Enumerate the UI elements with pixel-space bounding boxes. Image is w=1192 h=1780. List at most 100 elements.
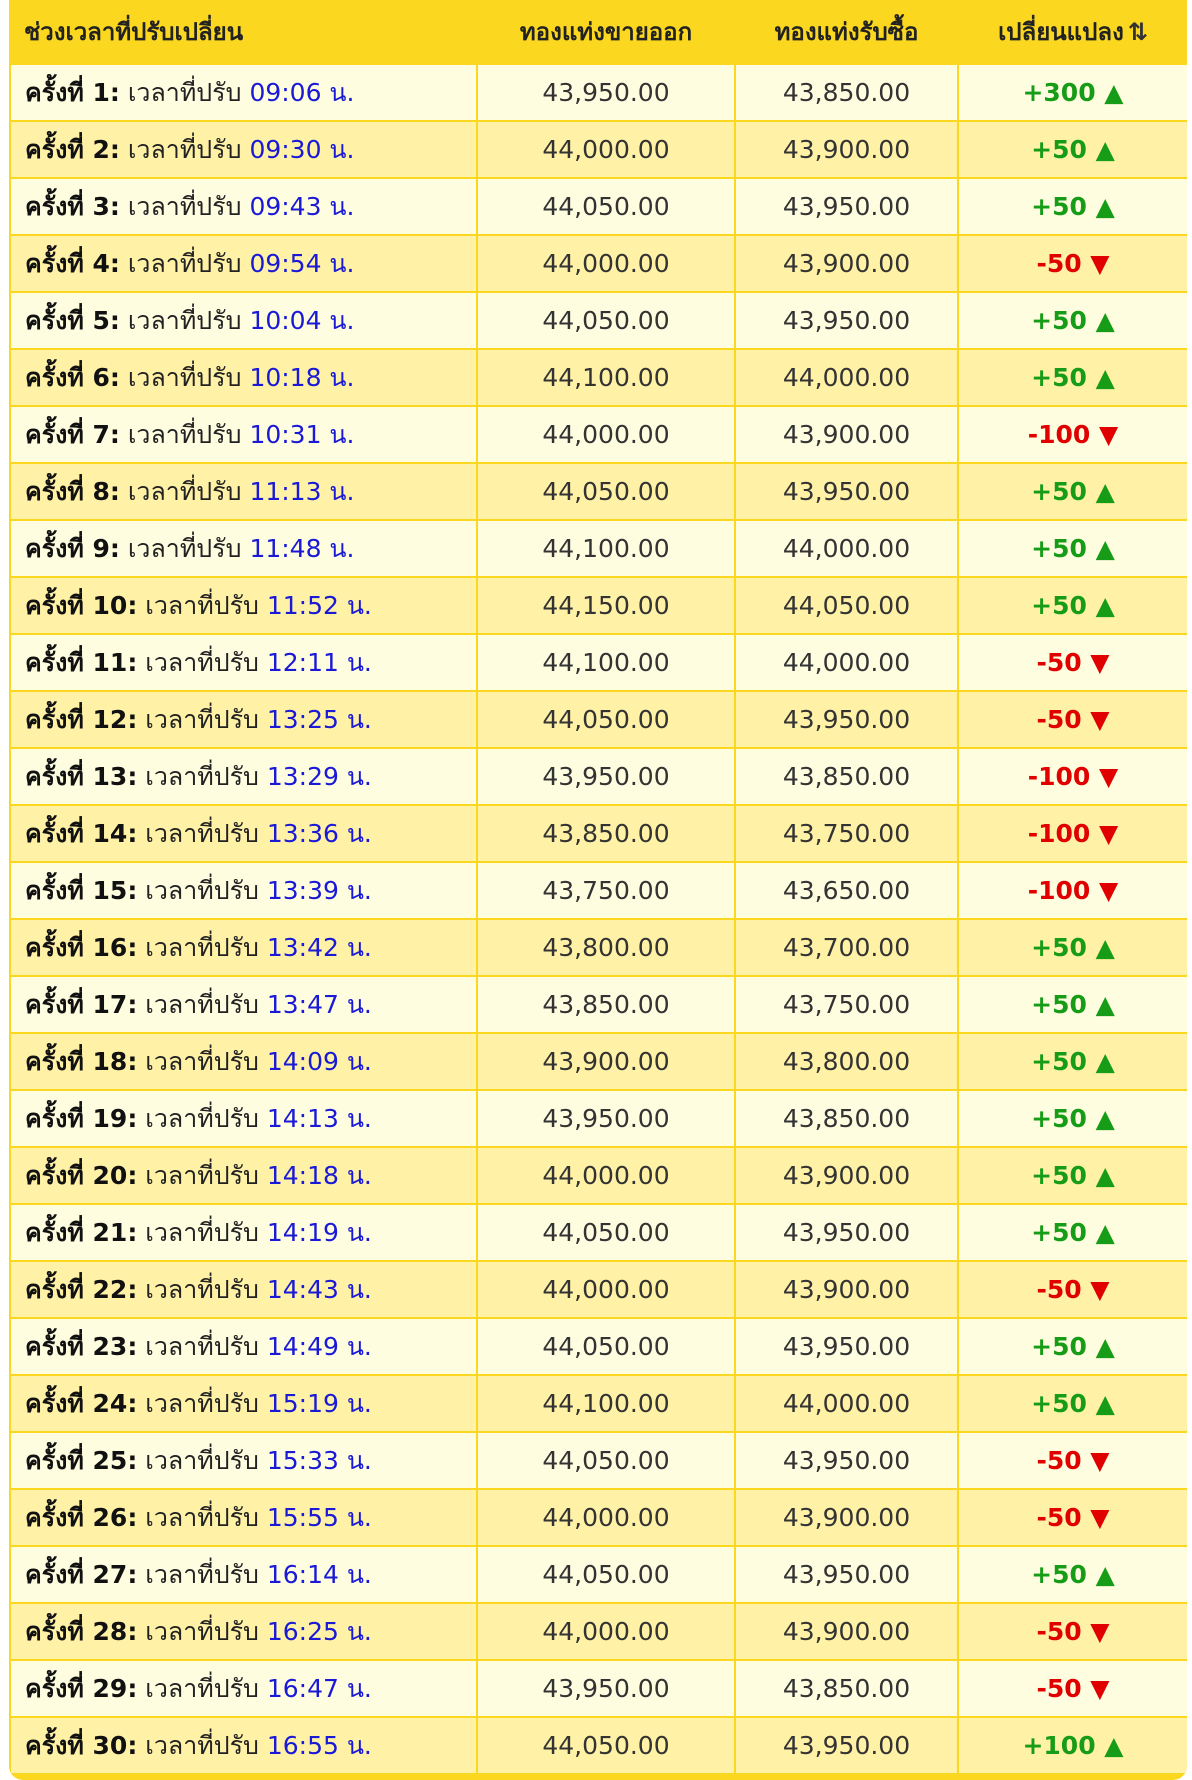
buy-price-cell: 43,950.00 [734, 1317, 959, 1376]
period-cell: ครั้งที่ 19: เวลาที่ปรับ 14:13 น. [9, 1089, 478, 1148]
time-label: เวลาที่ปรับ [145, 1103, 259, 1133]
change-cell: +50 ▲ [957, 1317, 1187, 1376]
period-cell: ครั้งที่ 23: เวลาที่ปรับ 14:49 น. [9, 1317, 478, 1376]
time-label: เวลาที่ปรับ [127, 362, 242, 392]
buy-price-cell: 43,850.00 [734, 63, 959, 122]
sell-price-cell: 44,000.00 [476, 1260, 736, 1319]
sell-price-cell: 43,750.00 [476, 861, 736, 920]
header-buy-price: ทองแท่งรับซื้อ [735, 0, 958, 64]
change-cell: -50 ▼ [957, 1260, 1187, 1319]
buy-price-cell: 43,650.00 [734, 861, 959, 920]
sell-price-cell: 44,000.00 [476, 120, 736, 179]
time-label: เวลาที่ปรับ [145, 875, 259, 905]
round-label: ครั้งที่ 29: [25, 1673, 138, 1703]
round-label: ครั้งที่ 8: [25, 476, 120, 506]
sell-price-cell: 44,000.00 [476, 405, 736, 464]
time-value: 10:18 น. [249, 362, 355, 392]
time-label: เวลาที่ปรับ [145, 1673, 259, 1703]
table-row: ครั้งที่ 8: เวลาที่ปรับ 11:13 น. 44,050.0… [9, 462, 1187, 521]
buy-price-cell: 44,000.00 [734, 348, 959, 407]
buy-price-cell: 43,850.00 [734, 1089, 959, 1148]
table-row: ครั้งที่ 24: เวลาที่ปรับ 15:19 น. 44,100.… [9, 1374, 1187, 1433]
sell-price-cell: 44,050.00 [476, 462, 736, 521]
time-label: เวลาที่ปรับ [145, 1616, 259, 1646]
time-label: เวลาที่ปรับ [145, 590, 259, 620]
sell-price-cell: 44,000.00 [476, 234, 736, 293]
period-cell: ครั้งที่ 8: เวลาที่ปรับ 11:13 น. [9, 462, 478, 521]
round-label: ครั้งที่ 10: [25, 590, 138, 620]
table-row: ครั้งที่ 25: เวลาที่ปรับ 15:33 น. 44,050.… [9, 1431, 1187, 1490]
buy-price-cell: 44,050.00 [734, 576, 959, 635]
change-cell: +50 ▲ [957, 462, 1187, 521]
change-cell: -100 ▼ [957, 405, 1187, 464]
time-label: เวลาที่ปรับ [145, 989, 259, 1019]
sell-price-cell: 44,050.00 [476, 1545, 736, 1604]
time-value: 14:13 น. [266, 1103, 372, 1133]
change-cell: -100 ▼ [957, 804, 1187, 863]
change-cell: -50 ▼ [957, 1488, 1187, 1547]
change-cell: +50 ▲ [957, 1545, 1187, 1604]
period-cell: ครั้งที่ 18: เวลาที่ปรับ 14:09 น. [9, 1032, 478, 1091]
round-label: ครั้งที่ 6: [25, 362, 120, 392]
change-cell: -50 ▼ [957, 234, 1187, 293]
period-cell: ครั้งที่ 30: เวลาที่ปรับ 16:55 น. [9, 1716, 478, 1775]
sell-price-cell: 43,900.00 [476, 1032, 736, 1091]
table-row: ครั้งที่ 1: เวลาที่ปรับ 09:06 น. 43,950.0… [9, 63, 1187, 122]
time-value: 14:43 น. [266, 1274, 372, 1304]
time-label: เวลาที่ปรับ [145, 818, 259, 848]
change-cell: +50 ▲ [957, 1203, 1187, 1262]
period-cell: ครั้งที่ 14: เวลาที่ปรับ 13:36 น. [9, 804, 478, 863]
time-label: เวลาที่ปรับ [145, 1502, 259, 1532]
round-label: ครั้งที่ 14: [25, 818, 138, 848]
change-cell: +50 ▲ [957, 291, 1187, 350]
gold-price-history-table: ช่วงเวลาที่ปรับเปลี่ยน ทองแท่งขายออก ทอง… [9, 0, 1187, 1775]
change-cell: +50 ▲ [957, 519, 1187, 578]
buy-price-cell: 43,900.00 [734, 405, 959, 464]
change-cell: -50 ▼ [957, 633, 1187, 692]
change-cell: -50 ▼ [957, 1431, 1187, 1490]
time-value: 14:49 น. [266, 1331, 372, 1361]
round-label: ครั้งที่ 7: [25, 419, 120, 449]
round-label: ครั้งที่ 17: [25, 989, 138, 1019]
time-value: 15:19 น. [266, 1388, 372, 1418]
table-row: ครั้งที่ 22: เวลาที่ปรับ 14:43 น. 44,000.… [9, 1260, 1187, 1319]
round-label: ครั้งที่ 21: [25, 1217, 138, 1247]
time-label: เวลาที่ปรับ [145, 1217, 259, 1247]
sell-price-cell: 44,050.00 [476, 1431, 736, 1490]
buy-price-cell: 44,000.00 [734, 519, 959, 578]
time-value: 16:47 น. [266, 1673, 372, 1703]
time-value: 14:18 น. [266, 1160, 372, 1190]
sell-price-cell: 44,050.00 [476, 1716, 736, 1775]
round-label: ครั้งที่ 26: [25, 1502, 138, 1532]
buy-price-cell: 43,950.00 [734, 291, 959, 350]
round-label: ครั้งที่ 3: [25, 191, 120, 221]
table-row: ครั้งที่ 4: เวลาที่ปรับ 09:54 น. 44,000.0… [9, 234, 1187, 293]
sell-price-cell: 43,800.00 [476, 918, 736, 977]
round-label: ครั้งที่ 28: [25, 1616, 138, 1646]
sell-price-cell: 44,000.00 [476, 1488, 736, 1547]
change-cell: +50 ▲ [957, 1374, 1187, 1433]
sort-icon[interactable]: ⇅ [1128, 18, 1148, 46]
sell-price-cell: 44,100.00 [476, 633, 736, 692]
round-label: ครั้งที่ 11: [25, 647, 138, 677]
period-cell: ครั้งที่ 2: เวลาที่ปรับ 09:30 น. [9, 120, 478, 179]
round-label: ครั้งที่ 19: [25, 1103, 138, 1133]
header-period: ช่วงเวลาที่ปรับเปลี่ยน [10, 0, 477, 64]
sell-price-cell: 44,050.00 [476, 690, 736, 749]
round-label: ครั้งที่ 15: [25, 875, 138, 905]
time-label: เวลาที่ปรับ [127, 77, 242, 107]
time-value: 14:09 น. [266, 1046, 372, 1076]
round-label: ครั้งที่ 30: [25, 1730, 138, 1760]
change-cell: +50 ▲ [957, 975, 1187, 1034]
table-row: ครั้งที่ 29: เวลาที่ปรับ 16:47 น. 43,950.… [9, 1659, 1187, 1718]
table-row: ครั้งที่ 11: เวลาที่ปรับ 12:11 น. 44,100.… [9, 633, 1187, 692]
sell-price-cell: 44,050.00 [476, 291, 736, 350]
table-row: ครั้งที่ 13: เวลาที่ปรับ 13:29 น. 43,950.… [9, 747, 1187, 806]
table-row: ครั้งที่ 14: เวลาที่ปรับ 13:36 น. 43,850.… [9, 804, 1187, 863]
sell-price-cell: 43,950.00 [476, 63, 736, 122]
header-change[interactable]: เปลี่ยนแปลง ⇅ [958, 0, 1187, 64]
buy-price-cell: 43,900.00 [734, 1146, 959, 1205]
buy-price-cell: 44,000.00 [734, 633, 959, 692]
sell-price-cell: 43,850.00 [476, 975, 736, 1034]
time-value: 16:55 น. [266, 1730, 372, 1760]
